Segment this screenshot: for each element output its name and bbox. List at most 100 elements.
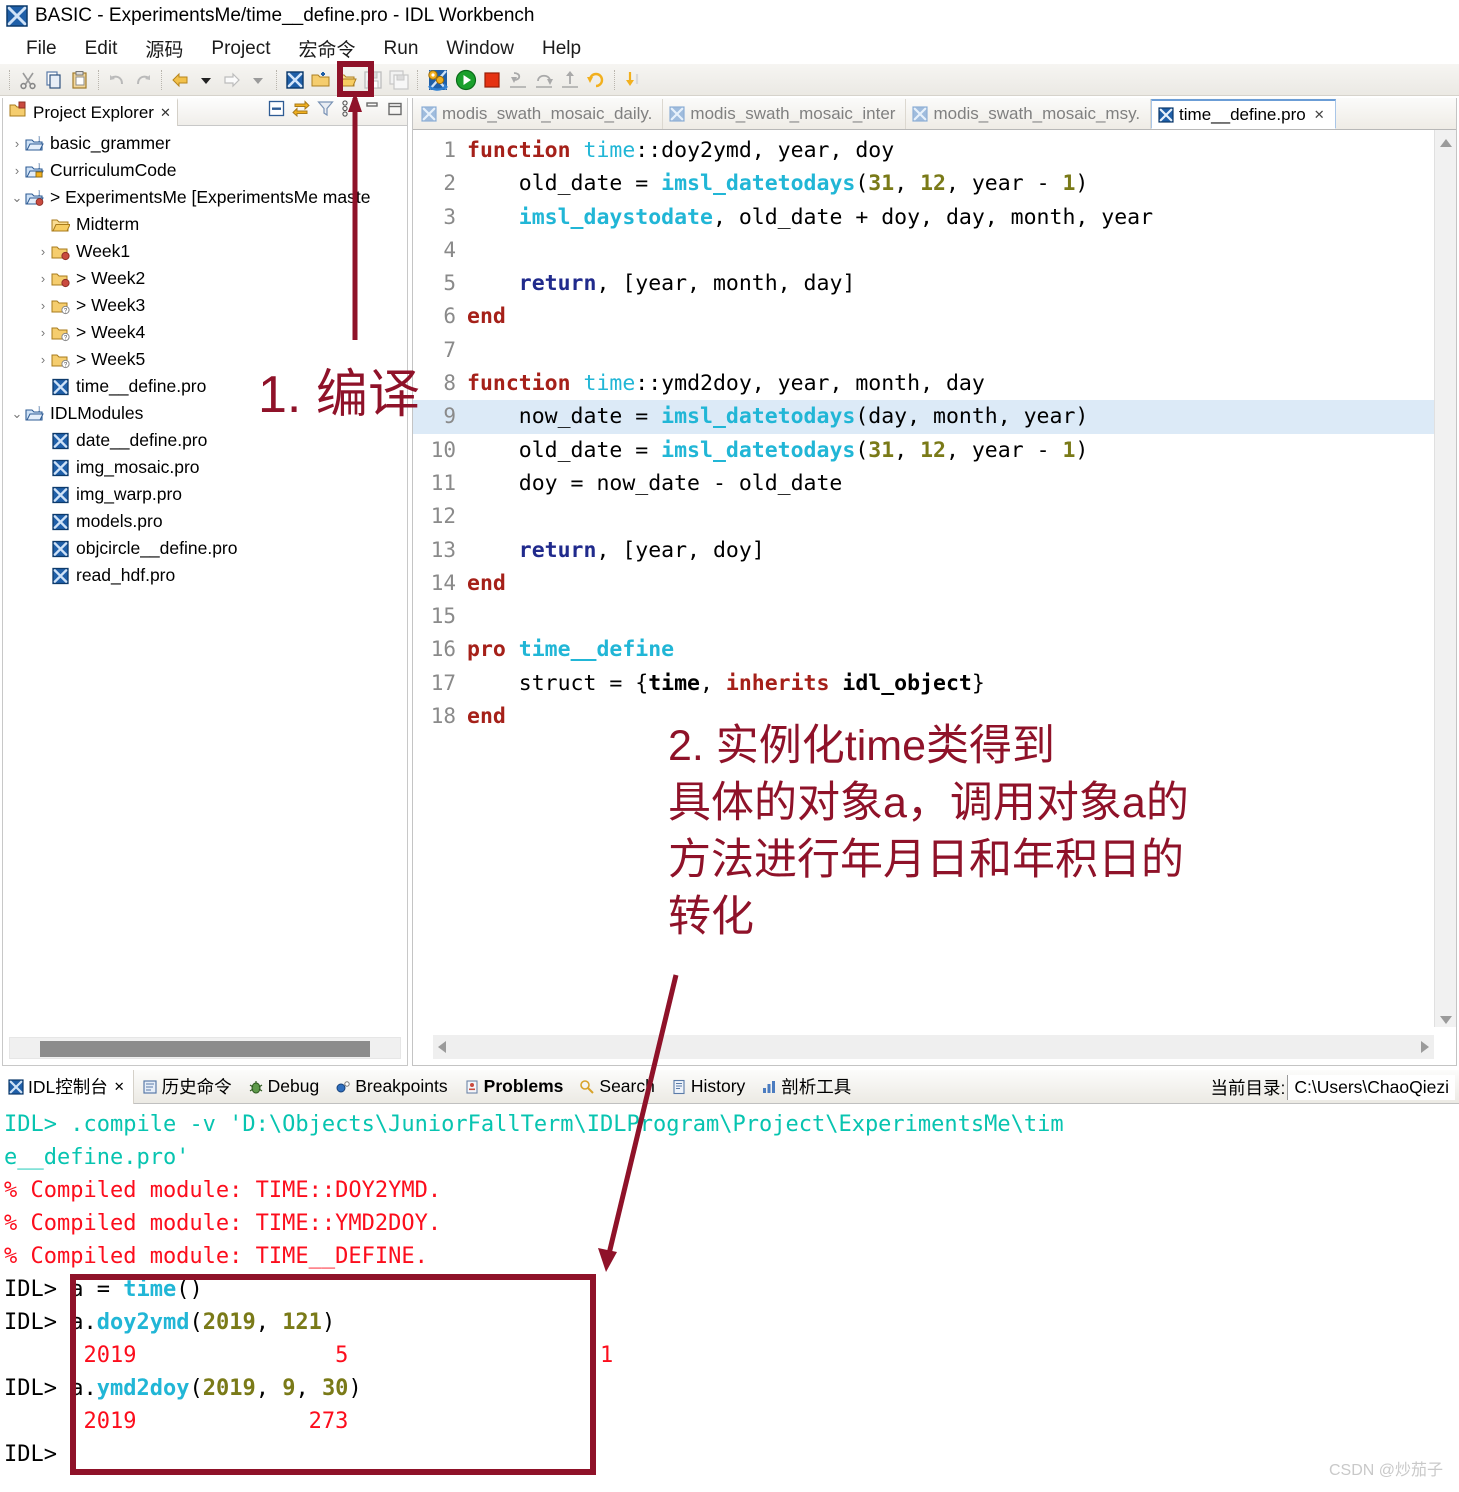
copy-icon[interactable] — [41, 67, 67, 93]
chevron-right-icon[interactable]: › — [9, 163, 25, 178]
code-line[interactable]: 13 return, [year, doy] — [413, 534, 1434, 567]
tree-item[interactable]: › Week1 — [3, 238, 407, 265]
reset-icon[interactable] — [583, 67, 609, 93]
tree-item[interactable]: date__define.pro — [3, 427, 407, 454]
chevron-right-icon[interactable]: › — [35, 271, 51, 286]
menu-file[interactable]: File — [12, 36, 71, 62]
code-line[interactable]: 8 function time::ymd2doy, year, month, da… — [413, 367, 1434, 400]
tree-item[interactable]: models.pro — [3, 508, 407, 535]
code-line[interactable]: 3 imsl_daystodate, old_date + doy, day, … — [413, 201, 1434, 234]
step-return-icon[interactable] — [557, 67, 583, 93]
editor-tab[interactable]: modis_swath_mosaic_msy. — [906, 99, 1152, 129]
code-line[interactable]: 5 return, [year, month, day] — [413, 267, 1434, 300]
stop-icon[interactable] — [479, 67, 505, 93]
bottom-tab[interactable]: IDL控制台 ✕ — [0, 1069, 134, 1104]
collapse-all-icon[interactable] — [268, 100, 285, 122]
close-icon[interactable]: ✕ — [114, 1079, 125, 1095]
tree-item[interactable]: objcircle__define.pro — [3, 535, 407, 562]
menu-window[interactable]: Window — [432, 36, 528, 62]
bottom-tab[interactable]: Breakpoints — [327, 1070, 455, 1104]
code-line[interactable]: 12 — [413, 500, 1434, 533]
tree-item[interactable]: › > Week2 — [3, 265, 407, 292]
scroll-up-icon[interactable] — [1439, 135, 1453, 147]
tree-item[interactable]: read_hdf.pro — [3, 562, 407, 589]
undo-icon[interactable] — [104, 67, 130, 93]
code-line[interactable]: 1 function time::doy2ymd, year, doy — [413, 134, 1434, 167]
menu-project[interactable]: Project — [197, 36, 284, 62]
chevron-right-icon[interactable]: › — [35, 325, 51, 340]
tree-item[interactable]: ›? > Week4 — [3, 319, 407, 346]
tree-item[interactable]: ›? > Week5 — [3, 346, 407, 373]
tree-item[interactable]: › Ibasic_grammer — [3, 130, 407, 157]
tree-item[interactable]: time__define.pro — [3, 373, 407, 400]
tree-item[interactable]: ›? > Week3 — [3, 292, 407, 319]
scrollbar-thumb[interactable] — [40, 1041, 370, 1057]
paste-icon[interactable] — [67, 67, 93, 93]
close-icon[interactable]: ✕ — [160, 105, 171, 121]
back-dropdown-icon[interactable] — [193, 67, 219, 93]
bottom-tab[interactable]: Problems — [456, 1070, 572, 1104]
code-line[interactable]: 16 pro time__define — [413, 633, 1434, 666]
maximize-view-icon[interactable] — [387, 101, 403, 122]
chevron-down-icon[interactable]: ⌄ — [9, 406, 25, 422]
code-line[interactable]: 15 — [413, 600, 1434, 633]
editor-tab[interactable]: modis_swath_mosaic_daily. — [415, 99, 664, 129]
run-icon[interactable] — [453, 67, 479, 93]
tree-item[interactable]: ⌄ I IDLModules — [3, 400, 407, 427]
editor-vertical-scrollbar[interactable] — [1434, 130, 1456, 1027]
save-all-icon[interactable] — [386, 67, 412, 93]
step-into-icon[interactable] — [505, 67, 531, 93]
chevron-right-icon[interactable]: › — [35, 244, 51, 259]
filter-icon[interactable] — [317, 100, 334, 122]
editor-horizontal-scrollbar[interactable] — [433, 1035, 1434, 1059]
menu-edit[interactable]: Edit — [71, 36, 132, 62]
code-line[interactable]: 9 now_date = imsl_datetodays(day, month,… — [413, 400, 1434, 434]
explorer-horizontal-scrollbar[interactable] — [9, 1037, 401, 1059]
code-line[interactable]: 18 end — [413, 700, 1434, 733]
minimize-view-icon[interactable] — [364, 101, 380, 122]
scroll-right-icon[interactable] — [1420, 1040, 1430, 1054]
code-line[interactable]: 14 end — [413, 567, 1434, 600]
scroll-down-icon[interactable] — [1439, 1012, 1453, 1024]
new-project-icon[interactable] — [308, 67, 334, 93]
code-line[interactable]: 7 — [413, 334, 1434, 367]
save-icon[interactable] — [360, 67, 386, 93]
scroll-left-icon[interactable] — [437, 1040, 447, 1054]
code-area[interactable]: 1 function time::doy2ymd, year, doy 2 old_… — [413, 130, 1434, 1027]
open-folder-icon[interactable] — [334, 67, 360, 93]
idl-console-output[interactable]: IDL> .compile -v 'D:\Objects\JuniorFallT… — [0, 1104, 1459, 1492]
tree-item[interactable]: img_mosaic.pro — [3, 454, 407, 481]
project-tree[interactable]: › Ibasic_grammer › I CurriculumCode ⌄ I > Exper… — [3, 126, 407, 589]
close-icon[interactable]: ✕ — [1314, 107, 1325, 123]
download-icon[interactable] — [620, 67, 646, 93]
view-menu-icon[interactable] — [341, 100, 357, 122]
cut-icon[interactable] — [15, 67, 41, 93]
step-over-icon[interactable] — [531, 67, 557, 93]
current-directory-value[interactable]: C:\Users\ChaoQiezi — [1287, 1074, 1455, 1100]
bottom-tab[interactable]: 历史命令 — [134, 1070, 240, 1104]
menu-run[interactable]: Run — [370, 36, 433, 62]
idl-file-icon[interactable] — [282, 67, 308, 93]
link-with-editor-icon[interactable] — [292, 100, 310, 122]
bottom-tab[interactable]: 剖析工具 — [753, 1070, 859, 1104]
code-line[interactable]: 2 old_date = imsl_datetodays(31, 12, yea… — [413, 167, 1434, 200]
chevron-right-icon[interactable]: › — [35, 352, 51, 367]
chevron-right-icon[interactable]: › — [9, 136, 25, 151]
menu-macro[interactable]: 宏命令 — [285, 33, 370, 64]
tree-item[interactable]: ⌄ I > ExperimentsMe [ExperimentsMe maste — [3, 184, 407, 211]
tree-item[interactable]: img_warp.pro — [3, 481, 407, 508]
tree-item[interactable]: › I CurriculumCode — [3, 157, 407, 184]
forward-arrow-icon[interactable] — [219, 67, 245, 93]
tree-item[interactable]: Midterm — [3, 211, 407, 238]
editor-tab[interactable]: modis_swath_mosaic_inter — [663, 99, 907, 129]
code-line[interactable]: 4 — [413, 234, 1434, 267]
forward-dropdown-icon[interactable] — [245, 67, 271, 93]
tab-project-explorer[interactable]: Project Explorer ✕ — [3, 97, 178, 126]
bottom-tab[interactable]: History — [663, 1070, 753, 1104]
code-line[interactable]: 6 end — [413, 300, 1434, 333]
code-line[interactable]: 10 old_date = imsl_datetodays(31, 12, ye… — [413, 434, 1434, 467]
compile-icon[interactable] — [423, 65, 453, 95]
bottom-tab[interactable]: Debug — [240, 1070, 328, 1104]
menu-help[interactable]: Help — [528, 36, 595, 62]
menu-source[interactable]: 源码 — [131, 33, 197, 64]
